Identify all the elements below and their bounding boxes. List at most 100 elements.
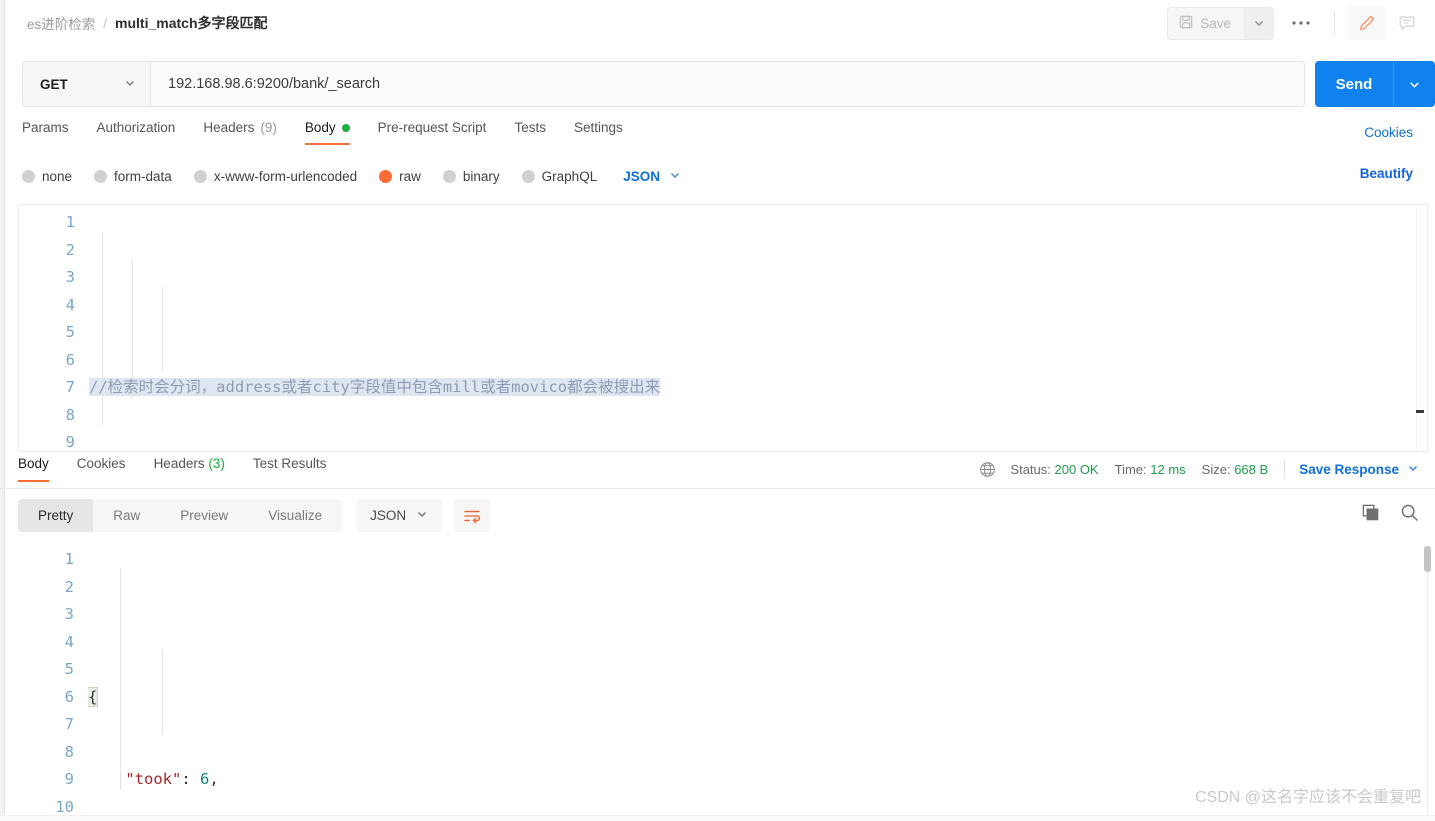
- response-toolbar: Pretty Raw Preview Visualize JSON: [18, 499, 491, 532]
- edit-pencil-icon[interactable]: [1347, 6, 1387, 40]
- chevron-down-icon: [1407, 462, 1419, 477]
- view-visualize[interactable]: Visualize: [248, 499, 342, 532]
- size-value: 668 B: [1234, 461, 1269, 477]
- tab-body[interactable]: Body: [304, 120, 364, 145]
- view-pretty[interactable]: Pretty: [18, 499, 94, 532]
- url-input[interactable]: 192.168.98.6:9200/bank/_search: [151, 62, 1304, 106]
- view-raw[interactable]: Raw: [93, 499, 160, 532]
- size-label: Size:: [1201, 461, 1231, 477]
- beautify-button[interactable]: Beautify: [1360, 166, 1413, 181]
- line-number: 5: [65, 323, 75, 341]
- response-tab-test-results[interactable]: Test Results: [253, 456, 327, 482]
- scrollbar-track: [1427, 572, 1428, 816]
- save-response-button[interactable]: Save Response: [1299, 462, 1419, 477]
- body-type-form-data[interactable]: form-data: [94, 169, 172, 184]
- breadcrumb-collection[interactable]: es进阶检索: [27, 13, 95, 33]
- body-type-raw[interactable]: raw: [379, 169, 421, 184]
- response-tab-headers[interactable]: Headers (3): [154, 456, 225, 482]
- body-type-binary[interactable]: binary: [442, 168, 500, 184]
- watermark: CSDN @这名字应该不会重复吧: [1194, 789, 1421, 806]
- body-type-row: none form-data x-www-form-urlencoded raw…: [22, 163, 1412, 189]
- time-value: 12 ms: [1150, 461, 1186, 477]
- chevron-down-icon: [669, 169, 681, 184]
- line-number: 5: [64, 660, 74, 678]
- response-actions: [1361, 503, 1419, 527]
- method-label: GET: [40, 76, 68, 92]
- tab-label: Cookies: [76, 456, 126, 471]
- radio-icon: [22, 169, 35, 183]
- breadcrumb: es进阶检索 / multi_match多字段匹配: [27, 13, 268, 33]
- request-editor-scrollbar[interactable]: [1416, 207, 1425, 451]
- tab-label: Headers: [203, 120, 255, 135]
- search-icon[interactable]: [1400, 503, 1419, 527]
- cookies-link[interactable]: Cookies: [1364, 125, 1413, 140]
- tab-label: Body: [304, 120, 336, 135]
- send-button[interactable]: Send: [1315, 61, 1393, 107]
- response-tab-body[interactable]: Body: [18, 456, 49, 482]
- view-preview[interactable]: Preview: [160, 499, 248, 532]
- response-body-viewer[interactable]: 1 2 3 4 5 6 7 8 9 10 { "took": 6, "timed…: [18, 540, 1435, 821]
- line-number: 7: [65, 378, 75, 396]
- response-line-2-text: "took": 6,: [125, 770, 219, 788]
- status-item: Status: 200 OK: [1010, 462, 1098, 477]
- tab-pre-request-script[interactable]: Pre-request Script: [378, 120, 501, 145]
- line-number: 9: [64, 770, 74, 788]
- tab-params[interactable]: Params: [22, 120, 83, 145]
- header-bar: es进阶检索 / multi_match多字段匹配 Save: [5, 0, 1435, 46]
- send-group: Send: [1315, 61, 1435, 107]
- tab-label: Tests: [514, 120, 546, 135]
- body-type-label: GraphQL: [541, 168, 598, 184]
- line-number: 8: [65, 405, 75, 424]
- tab-headers[interactable]: Headers (9): [203, 120, 291, 145]
- word-wrap-toggle[interactable]: [454, 499, 491, 532]
- body-type-label: form-data: [114, 168, 172, 184]
- radio-icon: [442, 169, 456, 183]
- chevron-down-icon: [124, 77, 136, 92]
- request-code-area[interactable]: //检索时会分词，address或者city字段值中包含mill或者movico…: [89, 205, 1427, 451]
- response-format-selector[interactable]: JSON: [356, 499, 443, 532]
- body-type-none[interactable]: none: [22, 169, 72, 184]
- body-format-selector[interactable]: JSON: [623, 169, 681, 184]
- radio-icon-selected: [379, 169, 393, 183]
- request-line-1-text: //检索时会分词，address或者city字段值中包含mill或者movico…: [89, 378, 661, 396]
- comment-icon[interactable]: [1387, 6, 1427, 40]
- save-button[interactable]: Save: [1167, 6, 1244, 40]
- body-present-dot-icon: [341, 123, 350, 132]
- chevron-down-icon: [416, 508, 428, 523]
- tab-count: (3): [208, 456, 225, 471]
- line-number: 4: [64, 632, 74, 651]
- copy-icon[interactable]: [1361, 503, 1380, 527]
- body-format-label: JSON: [623, 168, 660, 184]
- line-number: 3: [64, 605, 74, 623]
- tab-label: Pre-request Script: [377, 120, 487, 135]
- tab-authorization[interactable]: Authorization: [97, 120, 190, 145]
- more-actions-button[interactable]: [1280, 7, 1322, 40]
- scrollbar-thumb[interactable]: [1416, 410, 1424, 413]
- tab-label: Params: [22, 120, 69, 135]
- header-actions: Save: [1167, 6, 1427, 40]
- request-line-numbers: 1 2 3 4 5 6 7 8 9: [19, 205, 89, 451]
- response-tab-cookies[interactable]: Cookies: [77, 456, 126, 482]
- body-type-urlencoded[interactable]: x-www-form-urlencoded: [193, 169, 357, 184]
- save-options-button[interactable]: [1244, 6, 1274, 40]
- radio-icon: [94, 169, 108, 183]
- line-number: 6: [65, 350, 75, 369]
- body-type-label: binary: [462, 168, 500, 184]
- scrollbar-thumb[interactable]: [1424, 546, 1431, 572]
- response-separator: [0, 488, 1435, 489]
- tab-label: Settings: [573, 120, 623, 135]
- method-selector[interactable]: GET: [23, 62, 151, 106]
- body-type-graphql[interactable]: GraphQL: [521, 168, 598, 184]
- response-tabs: Body Cookies Headers (3) Test Results: [18, 456, 354, 482]
- send-options-button[interactable]: [1393, 61, 1435, 107]
- response-meta: Status: 200 OK Time: 12 ms Size: 668 B S…: [979, 459, 1419, 479]
- request-body-editor[interactable]: 1 2 3 4 5 6 7 8 9 //检索时会分词，address或者city…: [18, 204, 1428, 452]
- response-scrollbar[interactable]: [1424, 546, 1431, 816]
- radio-icon: [521, 169, 535, 183]
- tab-count: (9): [260, 120, 277, 135]
- code-line: //检索时会分词，address或者city字段值中包含mill或者movico…: [89, 374, 1427, 402]
- response-code-area[interactable]: { "took": 6, "timed_out": false, "_shard…: [88, 540, 1435, 821]
- tab-tests[interactable]: Tests: [514, 120, 560, 145]
- breadcrumb-request-name[interactable]: multi_match多字段匹配: [115, 13, 267, 33]
- tab-settings[interactable]: Settings: [574, 120, 637, 145]
